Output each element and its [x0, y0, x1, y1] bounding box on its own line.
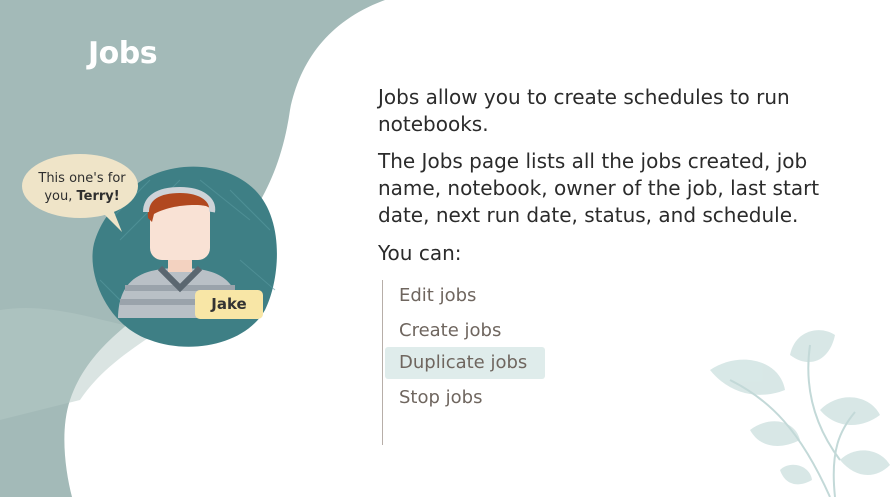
action-list: Edit jobs Create jobs Duplicate jobs Sto… — [382, 280, 553, 445]
list-item-stop-jobs: Stop jobs — [399, 387, 483, 408]
speech-bubble-text: This one's for you, Terry! — [38, 171, 126, 204]
leaf-decoration-icon — [710, 330, 890, 497]
paragraph-jobs-page: The Jobs page lists all the jobs created… — [378, 149, 820, 227]
list-item-duplicate-jobs: Duplicate jobs — [385, 347, 545, 379]
name-tag: Jake — [195, 290, 263, 319]
paragraph-intro: Jobs allow you to create schedules to ru… — [378, 85, 790, 136]
list-item-edit-jobs: Edit jobs — [399, 285, 477, 306]
list-item-create-jobs: Create jobs — [399, 320, 502, 341]
page-title: Jobs — [88, 36, 158, 71]
paragraph-you-can: You can: — [378, 241, 462, 265]
